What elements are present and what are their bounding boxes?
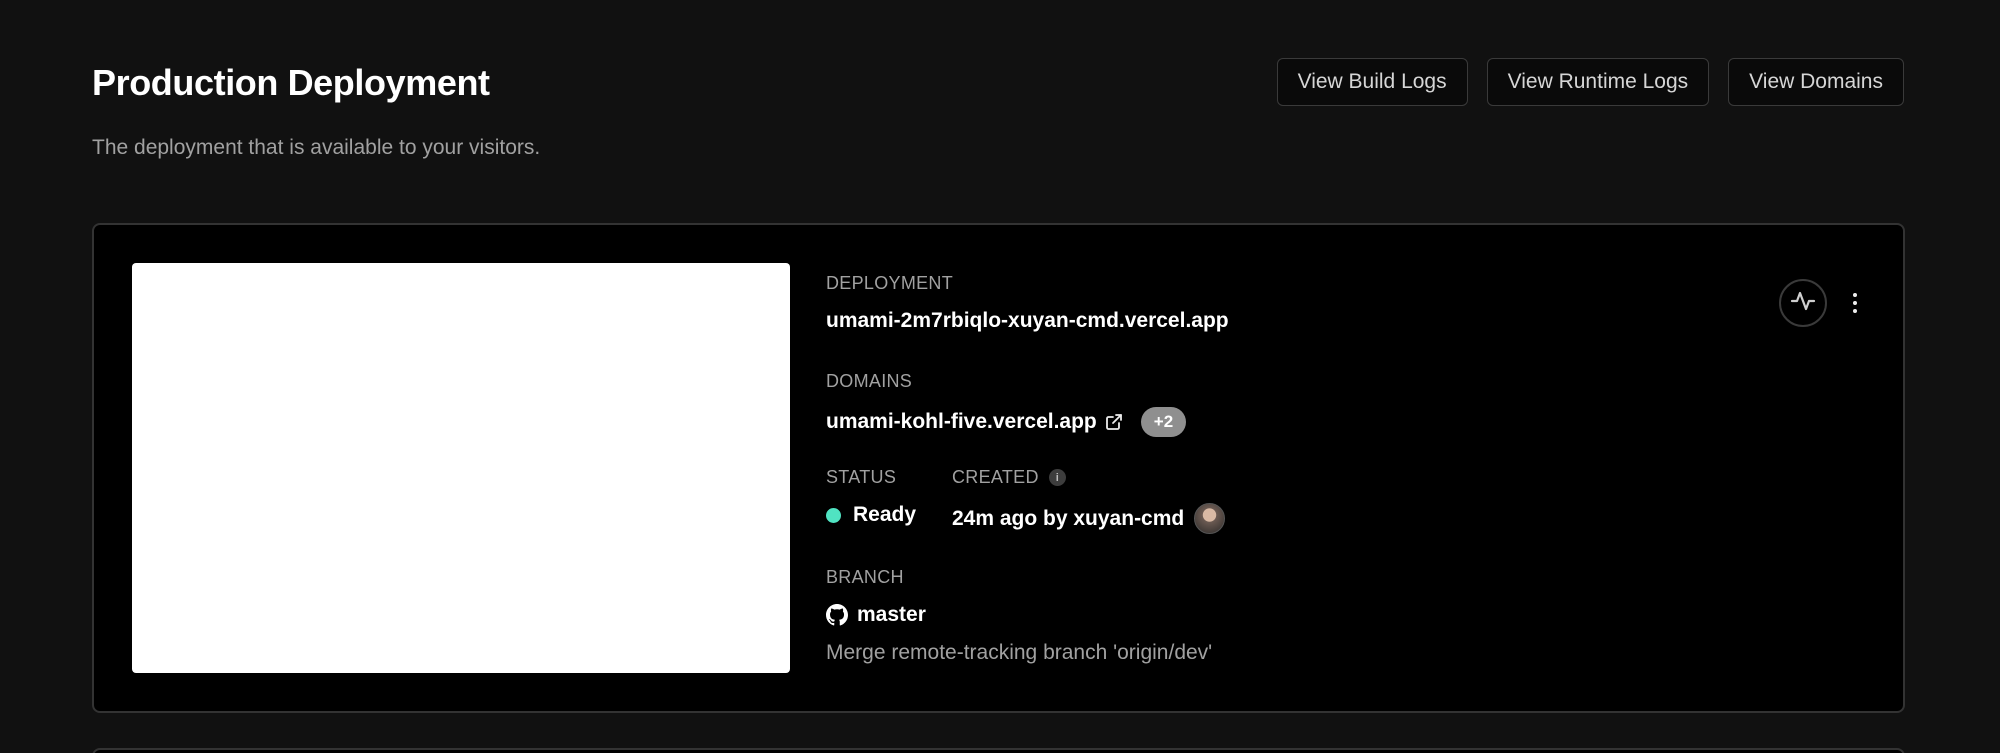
page-header: Production Deployment View Build Logs Vi… xyxy=(92,58,1904,118)
production-deployment-page: Production Deployment View Build Logs Vi… xyxy=(0,0,2000,753)
deployment-section: DEPLOYMENT umami-2m7rbiqlo-xuyan-cmd.ver… xyxy=(826,273,1426,332)
branch-row: master xyxy=(826,603,926,627)
domains-label: DOMAINS xyxy=(826,371,913,391)
status-dot xyxy=(826,507,841,523)
deployment-label: DEPLOYMENT xyxy=(826,273,954,293)
deployment-card: DEPLOYMENT umami-2m7rbiqlo-xuyan-cmd.ver… xyxy=(92,223,1905,713)
page-subtitle: The deployment that is available to your… xyxy=(92,136,541,159)
extra-domains-badge[interactable]: +2 xyxy=(1140,407,1187,437)
domain-row: umami-kohl-five.vercel.app +2 xyxy=(826,407,1187,437)
deployment-preview[interactable] xyxy=(132,263,790,673)
external-link-icon[interactable] xyxy=(1105,413,1123,431)
status-row: Ready xyxy=(826,503,916,527)
deployment-url-link[interactable]: umami-2m7rbiqlo-xuyan-cmd.vercel.app xyxy=(826,309,1229,333)
branch-link[interactable]: master xyxy=(857,603,926,627)
status-label: STATUS xyxy=(826,467,897,487)
status-section: STATUS Ready xyxy=(826,467,946,526)
header-toolbar: View Build Logs View Runtime Logs View D… xyxy=(1276,58,1904,106)
page-title: Production Deployment xyxy=(92,62,490,103)
status-value: Ready xyxy=(853,503,917,526)
created-value: 24m ago by xuyan-cmd xyxy=(952,506,1185,530)
github-icon xyxy=(826,604,848,626)
more-vertical-icon[interactable] xyxy=(1849,288,1861,318)
domain-link[interactable]: umami-kohl-five.vercel.app xyxy=(826,410,1097,434)
created-row: 24m ago by xuyan-cmd xyxy=(952,503,1226,534)
activity-button[interactable] xyxy=(1779,279,1827,327)
created-label-row: CREATED i xyxy=(952,467,1352,488)
activity-icon xyxy=(1789,287,1817,320)
branch-section: BRANCH master Merge remote-tracking bran… xyxy=(826,567,1426,664)
domains-section: DOMAINS umami-kohl-five.vercel.app +2 xyxy=(826,371,1426,437)
created-section: CREATED i 24m ago by xuyan-cmd xyxy=(952,467,1352,534)
view-domains-button[interactable]: View Domains xyxy=(1728,58,1904,106)
avatar[interactable] xyxy=(1194,503,1226,534)
created-label: CREATED xyxy=(952,467,1039,487)
commit-message[interactable]: Merge remote-tracking branch 'origin/dev… xyxy=(826,641,1212,665)
view-build-logs-button[interactable]: View Build Logs xyxy=(1276,58,1468,106)
card-actions xyxy=(1779,279,1861,327)
info-icon[interactable]: i xyxy=(1048,469,1066,486)
next-card xyxy=(92,748,1905,753)
branch-label: BRANCH xyxy=(826,567,904,587)
view-runtime-logs-button[interactable]: View Runtime Logs xyxy=(1486,58,1710,106)
